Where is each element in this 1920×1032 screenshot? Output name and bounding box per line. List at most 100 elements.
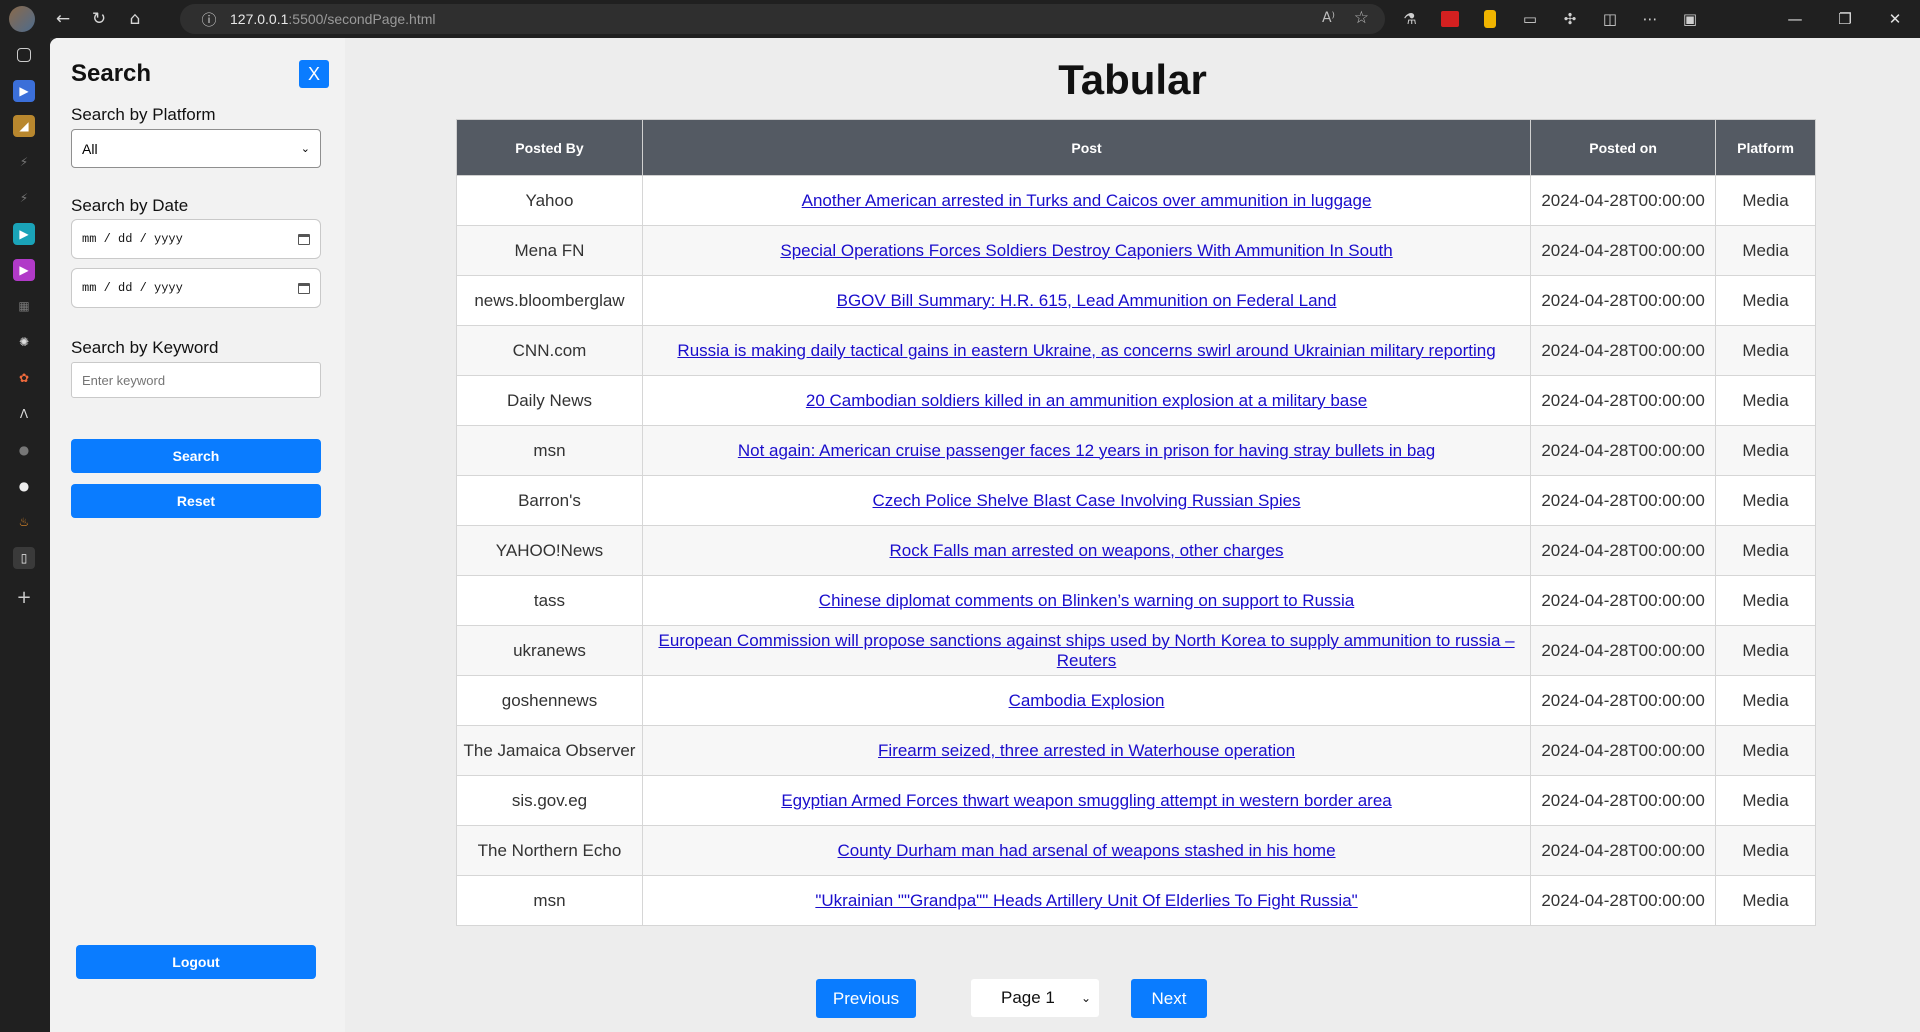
- minimize-icon[interactable]: —: [1770, 0, 1820, 38]
- post-link[interactable]: Not again: American cruise passenger fac…: [738, 441, 1435, 460]
- post-cell: County Durham man had arsenal of weapons…: [641, 825, 1532, 876]
- extensions-puzzle-icon[interactable]: ✣: [1550, 10, 1590, 28]
- site-info-icon[interactable]: ⓘ: [194, 9, 224, 30]
- next-button[interactable]: Next: [1131, 979, 1207, 1018]
- date-to-input[interactable]: mm / dd / yyyy: [71, 268, 321, 308]
- table-row: Daily News 20 Cambodian soldiers killed i…: [456, 375, 1816, 426]
- add-app-icon[interactable]: +: [13, 586, 35, 608]
- github-icon[interactable]: ●: [13, 475, 35, 497]
- platform-select-value: All: [82, 140, 98, 157]
- reset-button[interactable]: Reset: [71, 484, 321, 518]
- app-calendar-icon[interactable]: ▦: [13, 295, 35, 317]
- url-path: :5500/secondPage.html: [288, 11, 436, 27]
- more-menu-icon[interactable]: ⋯: [1630, 10, 1670, 28]
- post-cell: Not again: American cruise passenger fac…: [641, 425, 1532, 476]
- table-row: Barron's Czech Police Shelve Blast Case I…: [456, 475, 1816, 526]
- platform-cell: Media: [1715, 275, 1816, 326]
- post-link[interactable]: Egyptian Armed Forces thwart weapon smug…: [781, 791, 1391, 810]
- figma-icon[interactable]: ✿: [13, 367, 35, 389]
- post-link[interactable]: "Ukrainian ""Grandpa"" Heads Artillery U…: [815, 891, 1357, 910]
- app-blue-icon[interactable]: ▶: [13, 80, 35, 102]
- column-header-post: Post: [641, 119, 1532, 176]
- page-select[interactable]: Page 1 ⌄: [971, 979, 1099, 1017]
- posted-on-cell: 2024-04-28T00:00:00: [1530, 825, 1717, 876]
- posted-by-cell: msn: [456, 875, 643, 926]
- split-screen-icon[interactable]: ◫: [1590, 10, 1630, 28]
- table-row: YAHOO!News Rock Falls man arrested on wea…: [456, 525, 1816, 576]
- post-link[interactable]: European Commission will propose sanctio…: [658, 631, 1514, 670]
- search-button[interactable]: Search: [71, 439, 321, 473]
- page-title: Tabular: [1058, 56, 1207, 103]
- table-row: CNN.com Russia is making daily tactical g…: [456, 325, 1816, 376]
- page-icon[interactable]: ▯: [13, 547, 35, 569]
- extension-yellow-icon[interactable]: [1484, 10, 1496, 28]
- chatgpt-icon[interactable]: ✺: [13, 331, 35, 353]
- platform-cell: Media: [1715, 675, 1816, 726]
- github-faded-icon[interactable]: ●: [13, 439, 35, 461]
- posted-on-cell: 2024-04-28T00:00:00: [1530, 425, 1717, 476]
- app-a-icon[interactable]: Λ: [13, 403, 35, 425]
- post-cell: Russia is making daily tactical gains in…: [641, 325, 1532, 376]
- calendar-icon[interactable]: [298, 282, 310, 294]
- date-from-input[interactable]: mm / dd / yyyy: [71, 219, 321, 259]
- post-cell: Firearm seized, three arrested in Waterh…: [641, 725, 1532, 776]
- chevron-down-icon: ⌄: [300, 142, 310, 155]
- post-cell: "Ukrainian ""Grandpa"" Heads Artillery U…: [641, 875, 1532, 926]
- back-arrow-icon[interactable]: ←: [45, 0, 81, 38]
- favorite-star-icon[interactable]: ☆: [1354, 8, 1369, 28]
- logout-button[interactable]: Logout: [76, 945, 316, 979]
- posted-on-cell: 2024-04-28T00:00:00: [1530, 725, 1717, 776]
- app-purple-icon[interactable]: ▶: [13, 259, 35, 281]
- post-link[interactable]: County Durham man had arsenal of weapons…: [838, 841, 1336, 860]
- close-window-icon[interactable]: ✕: [1870, 0, 1920, 38]
- platform-cell: Media: [1715, 475, 1816, 526]
- window-controls: — ❐ ✕: [1770, 0, 1920, 38]
- post-link[interactable]: Russia is making daily tactical gains in…: [677, 341, 1495, 360]
- column-header-platform: Platform: [1715, 119, 1816, 176]
- post-link[interactable]: Special Operations Forces Soldiers Destr…: [780, 241, 1392, 260]
- search-sidebar: Search X Search by Platform All ⌄ Search…: [50, 38, 345, 1032]
- post-link[interactable]: Another American arrested in Turks and C…: [802, 191, 1372, 210]
- refresh-icon[interactable]: ↻: [81, 0, 117, 38]
- extension-red-icon[interactable]: [1441, 11, 1459, 27]
- restore-icon[interactable]: ❐: [1820, 0, 1870, 38]
- post-link[interactable]: Chinese diplomat comments on Blinken’s w…: [819, 591, 1354, 610]
- posted-by-cell: news.bloomberglaw: [456, 275, 643, 326]
- app-java-icon[interactable]: ♨: [13, 511, 35, 533]
- table-body: Yahoo Another American arrested in Turks …: [456, 175, 1816, 926]
- close-sidebar-button[interactable]: X: [299, 60, 329, 88]
- platform-cell: Media: [1715, 625, 1816, 676]
- address-bar[interactable]: ⓘ 127.0.0.1:5500/secondPage.html A⁾ ☆: [180, 4, 1385, 34]
- app-gold-icon[interactable]: ◢: [13, 115, 35, 137]
- platform-label: Search by Platform: [71, 105, 216, 124]
- post-link[interactable]: BGOV Bill Summary: H.R. 615, Lead Ammuni…: [837, 291, 1337, 310]
- home-icon[interactable]: ⌂: [117, 0, 153, 38]
- read-aloud-icon[interactable]: A⁾: [1322, 10, 1335, 26]
- post-link[interactable]: Cambodia Explosion: [1009, 691, 1165, 710]
- extension-icon[interactable]: ⚗: [1390, 10, 1430, 28]
- post-link[interactable]: 20 Cambodian soldiers killed in an ammun…: [806, 391, 1367, 410]
- app-teal-icon[interactable]: ▶: [13, 223, 35, 245]
- posted-on-cell: 2024-04-28T00:00:00: [1530, 475, 1717, 526]
- platform-cell: Media: [1715, 425, 1816, 476]
- posted-by-cell: The Jamaica Observer: [456, 725, 643, 776]
- posted-on-cell: 2024-04-28T00:00:00: [1530, 875, 1717, 926]
- post-cell: Special Operations Forces Soldiers Destr…: [641, 225, 1532, 276]
- page-select-value: Page 1: [1001, 988, 1055, 1007]
- keyword-input[interactable]: Enter keyword: [71, 362, 321, 398]
- calendar-icon[interactable]: [298, 233, 310, 245]
- platform-select[interactable]: All ⌄: [71, 129, 321, 168]
- collections-icon[interactable]: ▭: [1510, 10, 1550, 28]
- post-link[interactable]: Rock Falls man arrested on weapons, othe…: [890, 541, 1284, 560]
- profile-avatar[interactable]: [9, 6, 35, 32]
- sidebar-toggle-icon[interactable]: ▣: [1670, 10, 1710, 28]
- app-faded-icon-2[interactable]: ⚡: [13, 187, 35, 209]
- post-link[interactable]: Firearm seized, three arrested in Waterh…: [878, 741, 1295, 760]
- date-to-placeholder: mm / dd / yyyy: [82, 281, 183, 295]
- posted-on-cell: 2024-04-28T00:00:00: [1530, 325, 1717, 376]
- post-link[interactable]: Czech Police Shelve Blast Case Involving…: [873, 491, 1301, 510]
- previous-button[interactable]: Previous: [816, 979, 916, 1018]
- tab-actions-icon[interactable]: [17, 48, 31, 62]
- posted-on-cell: 2024-04-28T00:00:00: [1530, 225, 1717, 276]
- app-faded-icon[interactable]: ⚡: [13, 151, 35, 173]
